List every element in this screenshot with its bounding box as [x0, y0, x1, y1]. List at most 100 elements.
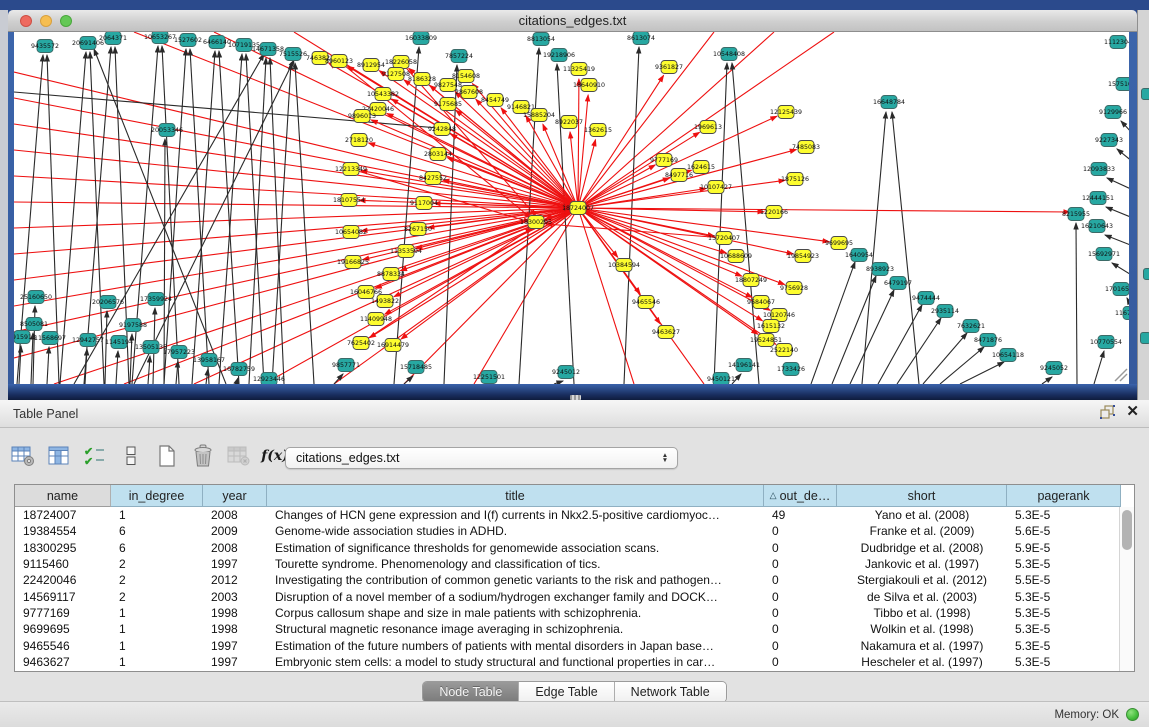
- table-cell[interactable]: 5.5E-5: [1007, 573, 1121, 587]
- close-panel-icon[interactable]: ✕: [1126, 405, 1139, 419]
- table-row[interactable]: 1872400712008Changes of HCN gene express…: [15, 507, 1121, 523]
- table-cell[interactable]: 0: [764, 639, 837, 653]
- graph-node[interactable]: 9435572: [31, 40, 59, 53]
- graph-node[interactable]: 1112304: [1104, 36, 1129, 49]
- graph-node[interactable]: 1220166: [760, 206, 788, 219]
- graph-node[interactable]: 9245012: [552, 366, 580, 379]
- table-row[interactable]: 969969511998Structural magnetic resonanc…: [15, 621, 1121, 637]
- table-cell[interactable]: 9777169: [15, 606, 111, 620]
- graph-node[interactable]: 10770554: [1090, 336, 1122, 349]
- graph-node[interactable]: 8454749: [481, 94, 509, 107]
- table-selector-dropdown[interactable]: citations_edges.txt ▲▼: [285, 447, 678, 469]
- graph-node[interactable]: 12093833: [1083, 163, 1115, 176]
- table-cell[interactable]: 5.6E-5: [1007, 524, 1121, 538]
- graph-node[interactable]: 11675334: [1115, 307, 1129, 320]
- graph-node[interactable]: 1969613: [694, 121, 722, 134]
- graph-node[interactable]: 16210643: [1081, 220, 1113, 233]
- table-cell[interactable]: 1: [111, 606, 203, 620]
- table-cell[interactable]: Tibbo et al. (1998): [837, 606, 1007, 620]
- graph-node[interactable]: 6479197: [884, 277, 912, 290]
- table-cell[interactable]: Estimation of significance thresholds fo…: [267, 541, 764, 555]
- table-cell[interactable]: 5.3E-5: [1007, 639, 1121, 653]
- float-panel-icon[interactable]: [1099, 404, 1116, 419]
- table-cell[interactable]: de Silva et al. (2003): [837, 590, 1007, 604]
- table-cell[interactable]: 1997: [203, 639, 267, 653]
- table-cell[interactable]: 19384554: [15, 524, 111, 538]
- window-resize-grip[interactable]: [1113, 368, 1129, 382]
- table-cell[interactable]: Yano et al. (2008): [837, 508, 1007, 522]
- table-cell[interactable]: 0: [764, 590, 837, 604]
- graph-node[interactable]: 1362615: [584, 124, 612, 137]
- graph-node[interactable]: 9474444: [912, 292, 940, 305]
- graph-node[interactable]: 12125439: [770, 106, 802, 119]
- table-options-icon[interactable]: [8, 443, 38, 469]
- table-cell[interactable]: 0: [764, 573, 837, 587]
- graph-node[interactable]: 7625402: [347, 337, 375, 350]
- table-cell[interactable]: Hescheler et al. (1997): [837, 655, 1007, 669]
- graph-node[interactable]: 8471876: [974, 334, 1002, 347]
- table-cell[interactable]: 1997: [203, 557, 267, 571]
- table-row[interactable]: 977716911998Corpus callosum shape and si…: [15, 605, 1121, 621]
- table-cell[interactable]: 2008: [203, 508, 267, 522]
- table-cell[interactable]: Estimation of the future numbers of pati…: [267, 639, 764, 653]
- graph-node[interactable]: 9699695: [825, 237, 853, 250]
- graph-node[interactable]: 2935114: [931, 305, 959, 318]
- table-cell[interactable]: Wolkin et al. (1998): [837, 622, 1007, 636]
- graph-node[interactable]: 8427552: [419, 172, 447, 185]
- table-cell[interactable]: 1997: [203, 655, 267, 669]
- table-cell[interactable]: 5.3E-5: [1007, 590, 1121, 604]
- graph-node[interactable]: 8813054: [527, 33, 555, 46]
- table-cell[interactable]: 1: [111, 655, 203, 669]
- graph-node[interactable]: 9450121: [707, 373, 735, 385]
- table-cell[interactable]: 5.3E-5: [1007, 557, 1121, 571]
- graph-node[interactable]: 15751074: [1108, 78, 1129, 91]
- graph-node[interactable]: 10548408: [713, 48, 745, 61]
- table-cell[interactable]: 9699695: [15, 622, 111, 636]
- table-cell[interactable]: 9465546: [15, 639, 111, 653]
- table-row[interactable]: 1938455462009Genome-wide association stu…: [15, 523, 1121, 539]
- table-cell[interactable]: 18724007: [15, 508, 111, 522]
- tab-node-table[interactable]: Node Table: [423, 682, 519, 702]
- table-cell[interactable]: 2: [111, 590, 203, 604]
- graph-node[interactable]: 1733426: [777, 363, 805, 376]
- graph-node[interactable]: 10688609: [720, 250, 752, 263]
- table-cell[interactable]: 6: [111, 524, 203, 538]
- graph-node[interactable]: 16033809: [405, 32, 437, 45]
- table-cell[interactable]: 2003: [203, 590, 267, 604]
- graph-node[interactable]: 9242848: [428, 123, 456, 136]
- table-cell[interactable]: 5.3E-5: [1007, 622, 1121, 636]
- graph-node[interactable]: 8505081: [20, 318, 48, 331]
- graph-node[interactable]: 10384594: [608, 259, 640, 272]
- table-cell[interactable]: 0: [764, 557, 837, 571]
- table-cell[interactable]: 5.9E-5: [1007, 541, 1121, 555]
- graph-node[interactable]: 9197588: [119, 319, 147, 332]
- table-cell[interactable]: 9463627: [15, 655, 111, 669]
- table-cell[interactable]: 2009: [203, 524, 267, 538]
- graph-node[interactable]: 9127508: [382, 68, 410, 81]
- table-row[interactable]: 911546021997Tourette syndrome. Phenomeno…: [15, 556, 1121, 572]
- graph-node[interactable]: 1875126: [781, 173, 809, 186]
- graph-node[interactable]: 8215955: [1062, 208, 1090, 221]
- graph-node[interactable]: 12213349: [335, 163, 367, 176]
- graph-node[interactable]: 2718120: [345, 134, 373, 147]
- graph-node[interactable]: 17016504: [1105, 283, 1129, 296]
- scrollbar-thumb[interactable]: [1122, 510, 1132, 550]
- table-cell[interactable]: 0: [764, 655, 837, 669]
- table-cell[interactable]: 6: [111, 541, 203, 555]
- table-cell[interactable]: Changes of HCN gene expression and I(f) …: [267, 508, 764, 522]
- table-cell[interactable]: 14569117: [15, 590, 111, 604]
- graph-node[interactable]: 18226058: [385, 56, 417, 69]
- row-selection-icon[interactable]: ✔ ✔: [80, 443, 110, 469]
- table-cell[interactable]: 1: [111, 639, 203, 653]
- table-cell[interactable]: 49: [764, 508, 837, 522]
- column-header-name[interactable]: name: [15, 485, 111, 507]
- table-cell[interactable]: Stergiakouli et al. (2012): [837, 573, 1007, 587]
- network-canvas[interactable]: 9435572206914062064371106532671527602646…: [14, 32, 1129, 384]
- column-header-short[interactable]: short: [837, 485, 1007, 507]
- table-cell[interactable]: 5.3E-5: [1007, 655, 1121, 669]
- table-cell[interactable]: Genome-wide association studies in ADHD.: [267, 524, 764, 538]
- table-cell[interactable]: 2: [111, 557, 203, 571]
- graph-node[interactable]: 1640954: [845, 249, 873, 262]
- graph-node[interactable]: 9756928: [780, 282, 808, 295]
- graph-node[interactable]: 19854923: [787, 250, 819, 263]
